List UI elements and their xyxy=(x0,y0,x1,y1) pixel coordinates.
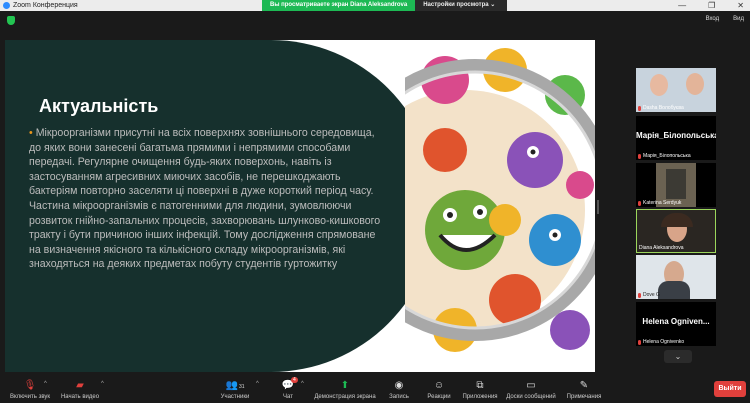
reactions-button[interactable]: ☺ Реакции xyxy=(426,375,452,403)
participant-tile[interactable]: Helena Ogniven... Helena Ognivenko xyxy=(636,302,716,346)
participants-icon: 👥31 xyxy=(225,380,245,391)
record-label: Запись xyxy=(389,394,409,400)
bullet-icon: • xyxy=(29,127,33,139)
bacteria-magnifier-illustration xyxy=(405,40,595,372)
view-button[interactable]: Вид xyxy=(733,16,744,22)
participant-name: Katerina Serdyuk xyxy=(643,200,682,206)
unmute-button[interactable]: 🎙 Включить звук xyxy=(8,375,52,403)
app-title: Zoom Конференция xyxy=(0,2,78,9)
view-options-label: Настройки просмотра xyxy=(423,2,489,8)
slide-body: • Мікроорганізми присутні на всіх поверхн… xyxy=(29,126,381,272)
muted-mic-icon xyxy=(638,292,641,298)
share-screen-button[interactable]: ⬆ Демонстрация экрана xyxy=(313,375,377,403)
unmute-label: Включить звук xyxy=(9,394,50,400)
participant-name: Diana Aleksandrova xyxy=(639,245,684,251)
share-status: Вы просматриваете экран Diana Aleksandro… xyxy=(262,0,416,11)
participant-tile-active[interactable]: Diana Aleksandrova xyxy=(636,209,716,253)
participant-tile[interactable]: Dasha Волобуєва xyxy=(636,68,716,112)
maximize-button[interactable]: ❐ xyxy=(708,0,715,11)
view-options-button[interactable]: Настройки просмотра ⌄ xyxy=(415,0,508,11)
participant-name: Helena Ognivenko xyxy=(643,339,685,345)
window-title: Zoom Конференция xyxy=(13,2,78,9)
chat-label: Чат xyxy=(283,394,293,400)
close-button[interactable]: ✕ xyxy=(737,0,744,11)
participants-count: 31 xyxy=(238,384,245,390)
screen-share-banner: Вы просматриваете экран Diana Aleksandro… xyxy=(262,0,508,11)
participants-options-caret-icon[interactable]: ^ xyxy=(256,381,259,387)
whiteboards-button[interactable]: ▭ Доски сообщений xyxy=(505,375,557,403)
participant-tile[interactable]: Katerina Serdyuk xyxy=(636,163,716,207)
start-video-button[interactable]: ▰ Начать видео xyxy=(58,375,102,403)
participant-name: Марія_Білопольська xyxy=(643,153,691,159)
gallery-scroll-down-button[interactable]: ⌄ xyxy=(664,350,692,363)
video-off-icon: ▰ xyxy=(76,380,84,391)
meeting-topbar: Вход Вид xyxy=(0,11,750,31)
apps-button[interactable]: ⧉ Приложения xyxy=(462,375,498,403)
notes-button[interactable]: ✎ Примечания xyxy=(566,375,602,403)
minimize-button[interactable]: — xyxy=(678,0,686,11)
slide-scroll-handle[interactable] xyxy=(597,200,599,214)
enter-button[interactable]: Вход xyxy=(706,16,720,22)
apps-icon: ⧉ xyxy=(476,380,484,391)
slide-body-text: Мікроорганізми присутні на всіх поверхня… xyxy=(29,127,381,271)
video-options-caret-icon[interactable]: ^ xyxy=(101,381,104,387)
chat-unread-badge: 4 xyxy=(291,377,298,383)
whiteboards-label: Доски сообщений xyxy=(506,394,556,400)
muted-mic-icon xyxy=(638,153,641,159)
participants-button[interactable]: 👥31 Участники xyxy=(218,375,252,403)
muted-mic-icon xyxy=(638,200,641,206)
participants-label: Участники xyxy=(220,394,250,400)
chat-options-caret-icon[interactable]: ^ xyxy=(301,381,304,387)
record-icon: ◉ xyxy=(394,380,404,391)
muted-mic-icon xyxy=(638,105,641,111)
security-shield-icon[interactable] xyxy=(7,16,15,25)
participant-name: Dove G xyxy=(643,292,660,298)
leave-meeting-button[interactable]: Выйти xyxy=(714,381,746,397)
audio-options-caret-icon[interactable]: ^ xyxy=(44,381,47,387)
notes-label: Примечания xyxy=(566,394,602,400)
whiteboard-icon: ▭ xyxy=(526,380,536,391)
reactions-label: Реакции xyxy=(427,394,451,400)
share-screen-label: Демонстрация экрана xyxy=(314,394,376,400)
meeting-toolbar: 🎙 Включить звук ^ ▰ Начать видео ^ 👥31 У… xyxy=(0,375,750,403)
muted-microphone-icon: 🎙 xyxy=(23,380,37,391)
participant-big-name: Helena Ogniven... xyxy=(642,317,710,326)
share-screen-icon: ⬆ xyxy=(340,380,350,391)
start-video-label: Начать видео xyxy=(60,394,100,400)
record-button[interactable]: ◉ Запись xyxy=(387,375,411,403)
reactions-icon: ☺ xyxy=(433,380,445,391)
shared-slide: Актуальність • Мікроорганізми присутні на… xyxy=(5,40,595,372)
participant-big-name: Марія_Білопольська... xyxy=(636,131,716,140)
slide-title: Актуальність xyxy=(39,96,159,116)
notes-icon: ✎ xyxy=(579,380,589,391)
zoom-logo-icon xyxy=(3,2,10,9)
muted-mic-icon xyxy=(638,339,641,345)
apps-label: Приложения xyxy=(462,394,498,400)
participant-tile[interactable]: Марія_Білопольська... Марія_Білопольська xyxy=(636,116,716,160)
participant-tile[interactable]: Dove G xyxy=(636,255,716,299)
participant-name: Dasha Волобуєва xyxy=(643,105,684,111)
